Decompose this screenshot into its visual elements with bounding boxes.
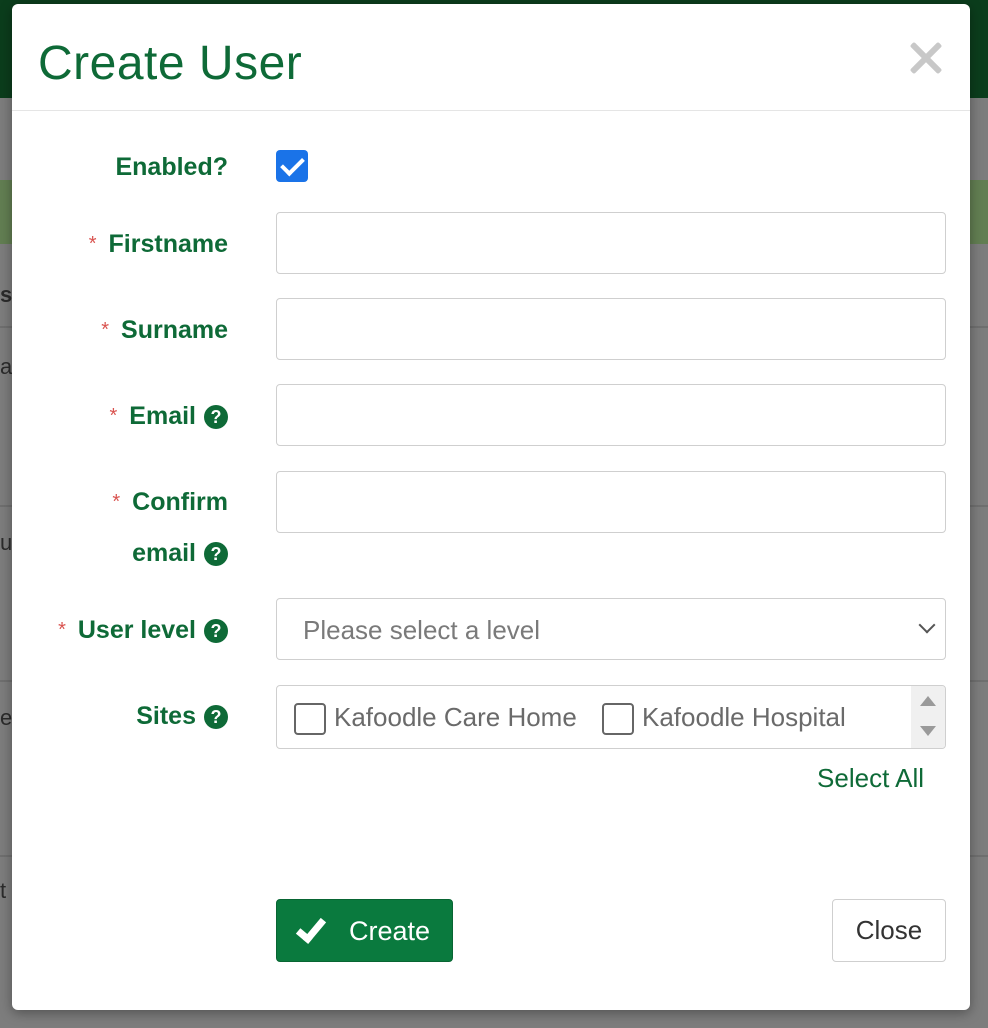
required-marker: * [112, 491, 121, 513]
site-option-label: Kafoodle Hospital [642, 702, 846, 732]
surname-input[interactable] [276, 298, 946, 360]
required-marker: * [88, 233, 97, 255]
user-level-label: * User level? [58, 604, 228, 658]
enabled-checkbox[interactable] [276, 150, 308, 182]
required-marker: * [109, 405, 118, 427]
firstname-input[interactable] [276, 212, 946, 274]
user-level-select[interactable]: Please select a level [276, 598, 946, 660]
confirm-email-label-line2: email [132, 539, 196, 567]
firstname-label-text: Firstname [108, 230, 228, 258]
user-level-label-text: User level [77, 616, 196, 644]
dialog-header: Create User [12, 4, 970, 111]
sites-label-text: Sites [136, 702, 196, 730]
create-button-label: Create [349, 916, 431, 946]
enabled-label: Enabled? [115, 141, 228, 193]
confirm-email-input[interactable] [276, 471, 946, 533]
required-marker: * [58, 619, 66, 641]
create-user-dialog: Create User Enabled? * Firstname * Surname… [12, 4, 970, 1010]
user-level-placeholder: Please select a level [303, 615, 541, 645]
site-checkbox[interactable] [294, 703, 326, 735]
enabled-label-text: Enabled? [115, 153, 228, 181]
background-text-fragment: t [0, 878, 7, 903]
background-text-fragment: s [0, 282, 13, 307]
dialog-title: Create User [38, 37, 303, 90]
email-input[interactable] [276, 384, 946, 446]
email-label: * Email? [109, 390, 228, 444]
site-checkbox[interactable] [602, 703, 634, 735]
confirm-email-label: * Confirm [112, 476, 228, 530]
select-all-link[interactable]: Select All [817, 763, 924, 794]
sites-scrollbar[interactable] [911, 686, 945, 748]
required-marker: * [101, 319, 110, 341]
surname-label: * Surname [101, 304, 228, 358]
create-button[interactable]: Create [276, 899, 453, 962]
background-text-fragment: u [0, 530, 13, 555]
scroll-down-arrow-icon[interactable] [920, 726, 936, 736]
confirm-email-label-second-line: email? [132, 527, 228, 579]
help-icon[interactable]: ? [204, 705, 228, 729]
surname-label-text: Surname [121, 316, 228, 344]
scroll-up-arrow-icon[interactable] [920, 696, 936, 706]
help-icon[interactable]: ? [204, 619, 228, 643]
background-text-fragment: e [0, 705, 13, 730]
help-icon[interactable]: ? [204, 405, 228, 429]
chevron-down-icon [918, 616, 936, 634]
close-button[interactable]: Close [832, 899, 946, 962]
site-option-label: Kafoodle Care Home [334, 702, 577, 732]
site-option-hospital[interactable]: Kafoodle Hospital [602, 699, 892, 735]
help-icon[interactable]: ? [204, 542, 228, 566]
email-label-text: Email [129, 402, 196, 430]
sites-list: Kafoodle Care Home Kafoodle Hospital [276, 685, 946, 749]
firstname-label: * Firstname [89, 218, 228, 272]
site-option-care-home[interactable]: Kafoodle Care Home [294, 699, 594, 735]
confirm-email-label-line1: Confirm [132, 488, 228, 516]
background-text-fragment: a [0, 354, 13, 379]
checkmark-icon [295, 912, 327, 944]
close-icon[interactable] [908, 40, 944, 76]
sites-label: Sites? [136, 690, 228, 742]
